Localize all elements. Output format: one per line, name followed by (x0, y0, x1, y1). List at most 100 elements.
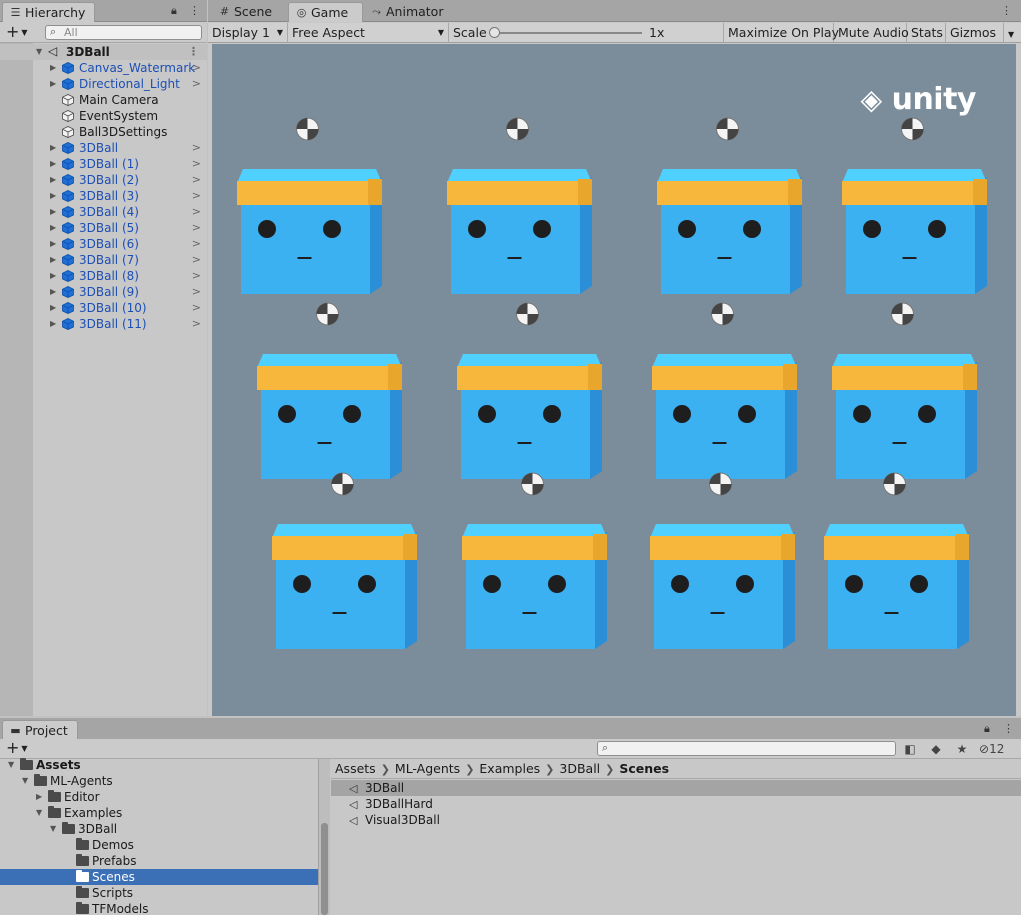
scene-file-item[interactable]: ◁ 3DBall (331, 780, 1021, 796)
tab-animator[interactable]: ⤳ Animator (364, 2, 454, 22)
tab-hierarchy[interactable]: ☰ Hierarchy (2, 2, 95, 22)
breadcrumb-item[interactable]: ML-Agents (395, 761, 460, 776)
expand-arrow-icon[interactable]: ▶ (50, 236, 56, 252)
collapse-arrow-icon[interactable]: ▼ (8, 757, 14, 773)
chevron-right-icon[interactable]: > (192, 220, 201, 236)
expand-arrow-icon[interactable]: ▶ (50, 316, 56, 332)
folder-tree-item[interactable]: Demos (0, 837, 318, 853)
hierarchy-item[interactable]: ▶ 3DBall > (0, 140, 207, 156)
hierarchy-item[interactable]: ▶ 3DBall (3) > (0, 188, 207, 204)
expand-arrow-icon[interactable]: ▶ (50, 140, 56, 156)
folder-tree-item[interactable]: TFModels (0, 901, 318, 915)
scale-slider-track[interactable] (494, 32, 642, 34)
folder-tree-item[interactable]: ▼ ML-Agents (0, 773, 318, 789)
folder-tree-item[interactable]: ▼ Assets (0, 757, 318, 773)
chevron-right-icon[interactable]: > (192, 284, 201, 300)
folder-tree-item[interactable]: Scenes (0, 869, 318, 885)
expand-arrow-icon[interactable]: ▶ (50, 188, 56, 204)
chevron-right-icon[interactable]: > (192, 76, 201, 92)
expand-arrow-icon[interactable]: ▶ (50, 172, 56, 188)
expand-arrow-icon[interactable]: ▶ (50, 268, 56, 284)
scale-slider-thumb[interactable] (489, 27, 500, 38)
chevron-right-icon[interactable]: > (192, 300, 201, 316)
hierarchy-item[interactable]: ▶ 3DBall (10) > (0, 300, 207, 316)
lock-icon[interactable]: 🔒︎ (984, 722, 990, 736)
folder-tree-item[interactable]: ▶ Editor (0, 789, 318, 805)
hierarchy-item[interactable]: ▶ 3DBall (6) > (0, 236, 207, 252)
tab-project[interactable]: ▬ Project (2, 720, 78, 740)
search-by-label-icon[interactable]: ◆ (928, 741, 944, 757)
scene-file-item[interactable]: ◁ 3DBallHard (331, 796, 1021, 812)
tab-game[interactable]: ◎ Game (288, 2, 363, 22)
more-menu-icon[interactable]: ⋮ (1001, 4, 1012, 17)
hierarchy-item[interactable]: ▶ 3DBall (9) > (0, 284, 207, 300)
stats-toggle[interactable]: Stats (907, 23, 946, 43)
hierarchy-item[interactable]: ▶ 3DBall (1) > (0, 156, 207, 172)
maximize-on-play-toggle[interactable]: Maximize On Play (724, 23, 839, 43)
chevron-right-icon[interactable]: > (192, 252, 201, 268)
collapse-arrow-icon[interactable]: ▼ (50, 821, 56, 837)
chevron-right-icon[interactable]: > (192, 60, 201, 76)
game-viewport[interactable]: ◈ unity (212, 44, 1016, 716)
hierarchy-item[interactable]: Main Camera (0, 92, 207, 108)
collapse-arrow-icon[interactable]: ▼ (22, 773, 28, 789)
chevron-right-icon[interactable]: > (192, 188, 201, 204)
chevron-right-icon[interactable]: > (192, 204, 201, 220)
expand-arrow-icon[interactable]: ▶ (50, 156, 56, 172)
scene-file-item[interactable]: ◁ Visual3DBall (331, 812, 1021, 828)
scene-row[interactable]: ▼ ◁ 3DBall ⋮ (0, 44, 207, 60)
scene-menu-icon[interactable]: ⋮ (188, 44, 199, 60)
mute-audio-toggle[interactable]: Mute Audio (834, 23, 909, 43)
lock-icon[interactable]: 🔒︎ (171, 4, 177, 18)
aspect-dropdown[interactable]: Free Aspect ▼ (288, 23, 449, 43)
folder-tree-item[interactable]: Prefabs (0, 853, 318, 869)
expand-arrow-icon[interactable]: ▶ (50, 76, 56, 92)
hierarchy-item[interactable]: ▶ Directional_Light > (0, 76, 207, 92)
breadcrumb-item[interactable]: 3DBall (559, 761, 600, 776)
chevron-right-icon[interactable]: > (192, 268, 201, 284)
chevron-right-icon[interactable]: > (192, 156, 201, 172)
folder-tree-item[interactable]: ▼ 3DBall (0, 821, 318, 837)
expand-arrow-icon[interactable]: ▶ (50, 284, 56, 300)
chevron-right-icon[interactable]: > (192, 140, 201, 156)
hierarchy-item[interactable]: ▶ 3DBall (5) > (0, 220, 207, 236)
chevron-right-icon[interactable]: > (192, 236, 201, 252)
collapse-arrow-icon[interactable]: ▼ (36, 805, 42, 821)
gizmos-dropdown[interactable]: ▼ (1004, 23, 1021, 43)
breadcrumb-item[interactable]: Assets (335, 761, 376, 776)
search-by-type-icon[interactable]: ◧ (902, 741, 918, 757)
favorites-star-icon[interactable]: ★ (954, 741, 970, 757)
hierarchy-item[interactable]: ▶ Canvas_Watermark > (0, 60, 207, 76)
expand-arrow-icon[interactable]: ▶ (50, 204, 56, 220)
gizmos-toggle[interactable]: Gizmos (946, 23, 1004, 43)
hierarchy-search-input[interactable]: ⌕ All (45, 25, 202, 40)
breadcrumb-item[interactable]: Examples (479, 761, 540, 776)
chevron-right-icon[interactable]: > (192, 172, 201, 188)
folder-tree-scrollbar[interactable] (318, 759, 330, 915)
more-menu-icon[interactable]: ⋮ (189, 4, 200, 17)
create-button[interactable]: + ▼ (6, 23, 28, 44)
hidden-packages-toggle[interactable]: ⊘12 (979, 741, 1013, 757)
hierarchy-item[interactable]: Ball3DSettings (0, 124, 207, 140)
expand-arrow-icon[interactable]: ▶ (50, 60, 56, 76)
breadcrumb-current[interactable]: Scenes (619, 761, 669, 776)
hierarchy-item[interactable]: ▶ 3DBall (2) > (0, 172, 207, 188)
folder-tree-item[interactable]: Scripts (0, 885, 318, 901)
expand-arrow-icon[interactable]: ▶ (50, 300, 56, 316)
folder-tree-item[interactable]: ▼ Examples (0, 805, 318, 821)
expand-arrow-icon[interactable]: ▶ (50, 252, 56, 268)
scrollbar-thumb[interactable] (321, 823, 328, 915)
hierarchy-item[interactable]: ▶ 3DBall (7) > (0, 252, 207, 268)
hierarchy-item[interactable]: ▶ 3DBall (8) > (0, 268, 207, 284)
hierarchy-item[interactable]: ▶ 3DBall (4) > (0, 204, 207, 220)
more-menu-icon[interactable]: ⋮ (1003, 722, 1014, 735)
chevron-right-icon[interactable]: > (192, 316, 201, 332)
tab-scene[interactable]: # Scene (212, 2, 286, 22)
hierarchy-item[interactable]: EventSystem (0, 108, 207, 124)
expand-arrow-icon[interactable]: ▶ (50, 220, 56, 236)
collapse-arrow-icon[interactable]: ▼ (36, 44, 42, 60)
hierarchy-item[interactable]: ▶ 3DBall (11) > (0, 316, 207, 332)
expand-arrow-icon[interactable]: ▶ (36, 789, 42, 805)
display-dropdown[interactable]: Display 1 ▼ (208, 23, 288, 43)
project-search-input[interactable]: ⌕ (597, 741, 896, 756)
